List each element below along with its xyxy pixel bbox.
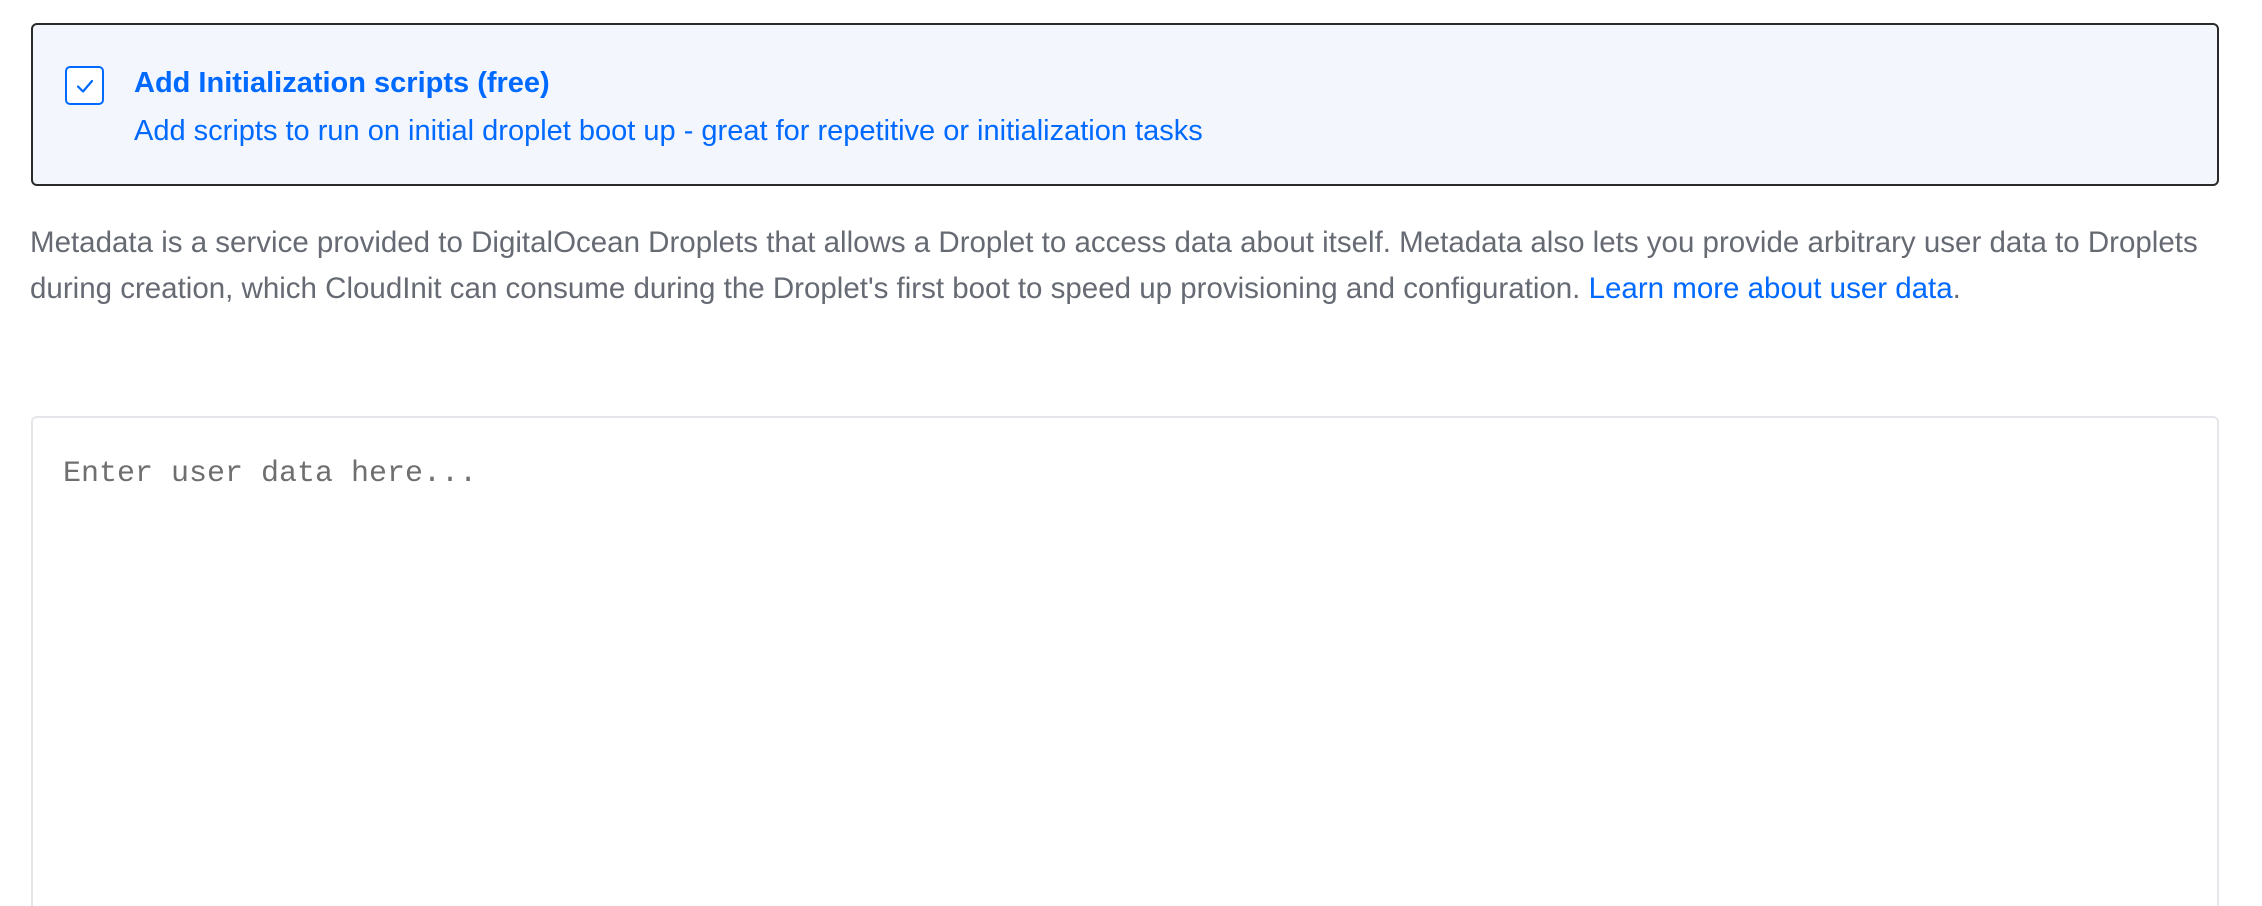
user-data-container: [31, 416, 2219, 906]
user-data-input[interactable]: [33, 418, 2217, 906]
metadata-description: Metadata is a service provided to Digita…: [30, 220, 2230, 312]
learn-more-user-data-link[interactable]: Learn more about user data: [1589, 272, 1953, 305]
user-data-section: Add Initialization scripts (free) Add sc…: [0, 0, 2262, 906]
initialization-scripts-checkbox[interactable]: [65, 66, 104, 105]
initialization-scripts-subtitle: Add scripts to run on initial droplet bo…: [134, 115, 1203, 147]
checkmark-icon: [76, 79, 93, 93]
initialization-scripts-title: Add Initialization scripts (free): [134, 67, 550, 99]
initialization-scripts-option[interactable]: Add Initialization scripts (free) Add sc…: [31, 23, 2219, 186]
description-period: .: [1952, 272, 1961, 305]
